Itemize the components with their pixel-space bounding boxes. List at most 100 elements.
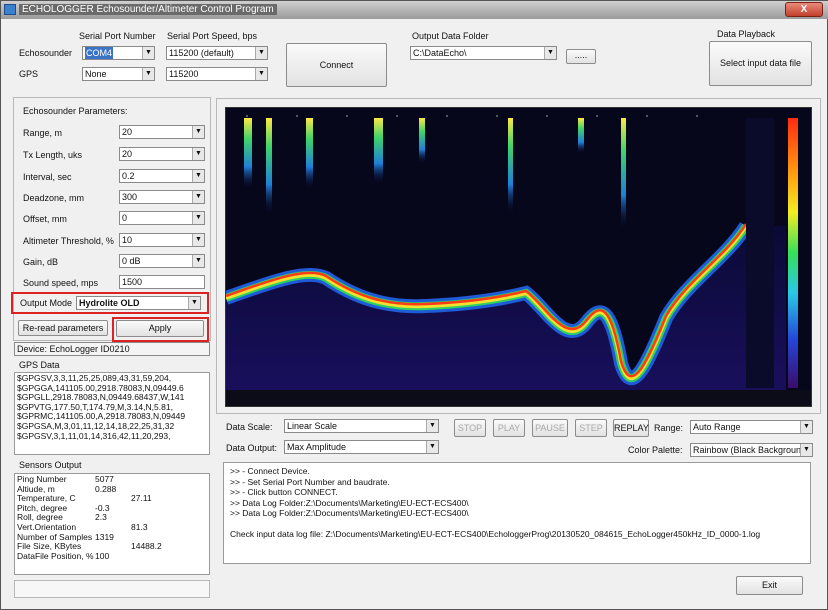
chevron-down-icon: ▼ <box>426 441 438 453</box>
gps-speed-select[interactable]: 115200 ▼ <box>166 67 268 81</box>
range-select[interactable]: Auto Range ▼ <box>690 420 813 434</box>
chevron-down-icon: ▼ <box>544 47 556 59</box>
browse-folder-button[interactable]: ..... <box>566 49 596 64</box>
select-input-file-button[interactable]: Select input data file <box>709 41 812 86</box>
sound-speed-label: Sound speed, mps <box>23 278 99 288</box>
param-select[interactable]: 10 ▼ <box>119 233 205 247</box>
param-label: Tx Length, uks <box>23 150 83 160</box>
exit-button[interactable]: Exit <box>736 576 803 595</box>
param-label: Deadzone, mm <box>23 193 85 203</box>
output-mode-select[interactable]: Hydrolite OLD ▼ <box>76 296 201 310</box>
status-strip <box>14 580 210 598</box>
param-label: Interval, sec <box>23 172 72 182</box>
log-line: >> - Connect Device. <box>230 466 310 476</box>
chevron-down-icon: ▼ <box>255 68 267 80</box>
chevron-down-icon: ▼ <box>142 47 154 59</box>
param-select[interactable]: 20 ▼ <box>119 147 205 161</box>
param-label: Offset, mm <box>23 214 67 224</box>
serial-port-number-header: Serial Port Number <box>79 31 156 41</box>
gps-data-list[interactable]: $GPGSV,3,3,11,25,25,089,43,31,59,204, $GP… <box>14 372 210 455</box>
stop-button[interactable]: STOP <box>454 419 486 437</box>
sensor-value: 81.3 <box>131 521 148 532</box>
param-select[interactable]: 20 ▼ <box>119 125 205 139</box>
reread-parameters-button[interactable]: Re-read parameters <box>18 320 108 336</box>
param-label: Gain, dB <box>23 257 59 267</box>
output-folder-select[interactable]: C:\DataEcho\ ▼ <box>410 46 557 60</box>
pause-button[interactable]: PAUSE <box>532 419 568 437</box>
sensor-value <box>131 504 191 514</box>
chevron-down-icon: ▼ <box>426 420 438 432</box>
chevron-down-icon: ▼ <box>192 170 204 182</box>
sensor-value: 0.288 <box>95 483 117 494</box>
gps-port-select[interactable]: None ▼ <box>82 67 155 81</box>
sensor-value: 14488.2 <box>131 541 162 552</box>
echogram-display[interactable] <box>225 107 812 407</box>
sensor-value: 100 <box>95 550 110 561</box>
app-icon <box>4 4 16 15</box>
replay-button[interactable]: REPLAY <box>613 419 649 437</box>
close-button[interactable]: X <box>785 2 823 17</box>
sound-speed-field[interactable]: 1500 <box>119 275 205 289</box>
param-label: Altimeter Threshold, % <box>23 236 114 246</box>
device-info: Device: EchoLogger ID0210 <box>14 342 210 356</box>
step-button[interactable]: STEP <box>575 419 607 437</box>
chevron-down-icon: ▼ <box>192 255 204 267</box>
output-folder-label: Output Data Folder <box>412 31 489 41</box>
chevron-down-icon: ▼ <box>192 212 204 224</box>
sensor-value <box>131 552 191 562</box>
log-line: >> - Click button CONNECT. <box>230 487 338 497</box>
chevron-down-icon: ▼ <box>800 421 812 433</box>
main-window: ECHOLOGGER Echosounder/Altimeter Control… <box>0 0 828 610</box>
data-scale-label: Data Scale: <box>226 422 273 432</box>
params-header: Echosounder Parameters: <box>23 106 128 116</box>
data-playback-label: Data Playback <box>717 29 776 39</box>
echogram-image <box>226 108 811 406</box>
sensor-value: 27.11 <box>131 493 152 504</box>
data-output-label: Data Output: <box>226 443 278 453</box>
sensors-output-list: Ping Number 5077 Altiude, m 0.288 Temperatur… <box>14 473 210 575</box>
param-select[interactable]: 0.2 ▼ <box>119 169 205 183</box>
echosounder-speed-select[interactable]: 115200 (default) ▼ <box>166 46 268 60</box>
window-title: ECHOLOGGER Echosounder/Altimeter Control… <box>19 4 277 15</box>
range-label: Range: <box>654 423 684 433</box>
chevron-down-icon: ▼ <box>188 297 200 309</box>
sensor-value: 1319 <box>95 531 114 542</box>
chevron-down-icon: ▼ <box>142 68 154 80</box>
message-log[interactable]: >> - Connect Device. >> - Set Serial Port… <box>223 462 811 564</box>
apply-button[interactable]: Apply <box>116 320 204 337</box>
log-line: >> Data Log Folder:Z:\Documents\Marketin… <box>230 508 469 518</box>
sensor-name: DataFile Position, % <box>17 550 94 561</box>
data-scale-select[interactable]: Linear Scale ▼ <box>284 419 439 433</box>
chevron-down-icon: ▼ <box>192 234 204 246</box>
param-select[interactable]: 300 ▼ <box>119 190 205 204</box>
log-line: >> - Set Serial Port Number and baudrate… <box>230 476 390 487</box>
echosounder-port-select[interactable]: COM4 ▼ <box>82 46 155 60</box>
chevron-down-icon: ▼ <box>255 47 267 59</box>
sensor-row: DataFile Position, % 100 <box>17 550 207 562</box>
title-bar: ECHOLOGGER Echosounder/Altimeter Control… <box>1 1 828 19</box>
play-button[interactable]: PLAY <box>493 419 525 437</box>
chevron-down-icon: ▼ <box>192 191 204 203</box>
chevron-down-icon: ▼ <box>192 126 204 138</box>
gps-label: GPS <box>19 69 39 79</box>
color-palette-label: Color Palette: <box>628 445 683 455</box>
sensor-value <box>131 475 191 485</box>
gps-data-header: GPS Data <box>19 360 60 370</box>
log-line: Check input data log file: Z:\Documents\… <box>230 529 761 539</box>
param-select[interactable]: 0 dB ▼ <box>119 254 205 268</box>
output-mode-label: Output Mode <box>20 298 73 308</box>
sensors-header: Sensors Output <box>19 460 82 470</box>
echosounder-label: Echosounder <box>19 48 73 58</box>
serial-port-speed-header: Serial Port Speed, bps <box>167 31 258 41</box>
param-select[interactable]: 0 ▼ <box>119 211 205 225</box>
data-output-select[interactable]: Max Amplitude ▼ <box>284 440 439 454</box>
param-label: Range, m <box>23 128 63 138</box>
sensor-value: 2.3 <box>95 512 107 523</box>
chevron-down-icon: ▼ <box>192 148 204 160</box>
gps-line: $GPGSV,3,1,11,01,14,316,42,11,20,293, <box>17 430 171 441</box>
chevron-down-icon: ▼ <box>800 444 812 456</box>
color-palette-select[interactable]: Rainbow (Black Backgroun ▼ <box>690 443 813 457</box>
connect-button[interactable]: Connect <box>286 43 387 87</box>
log-line: >> Data Log Folder:Z:\Documents\Marketin… <box>230 497 469 508</box>
